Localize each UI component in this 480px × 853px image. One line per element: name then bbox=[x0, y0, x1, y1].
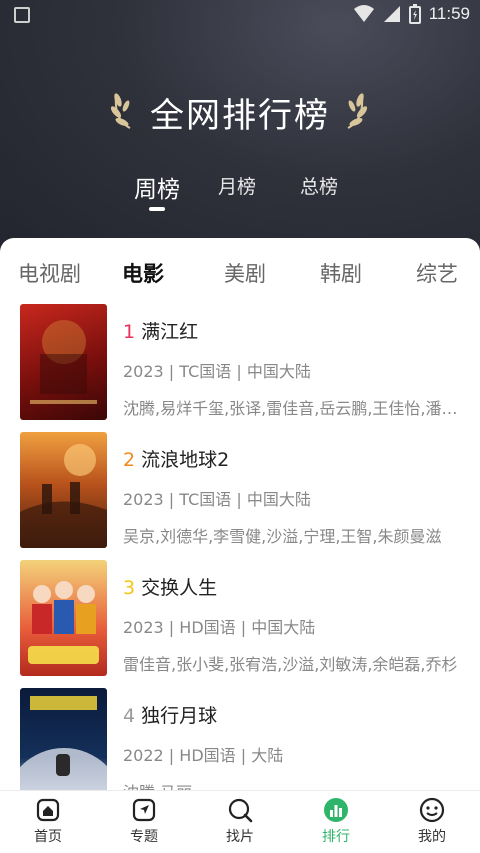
laurel-right-icon bbox=[347, 93, 368, 129]
page-title: 全网排行榜 bbox=[150, 96, 330, 136]
ranking-sheet: 电视剧 电影 美剧 韩剧 综艺 1 满江红 2023 | TC国语 | 中国大陆 … bbox=[0, 238, 480, 798]
movie-name: 独行月球 bbox=[141, 705, 218, 727]
signal-icon bbox=[383, 6, 400, 22]
movie-cast: 雷佳音,张小斐,张宥浩,沙溢,刘敏涛,余皑磊,乔杉 bbox=[123, 655, 458, 674]
movie-title[interactable]: 4 独行月球 bbox=[123, 701, 468, 728]
poster-image[interactable] bbox=[20, 688, 107, 798]
status-bar: 11:59 bbox=[0, 0, 480, 32]
tab-korean-series[interactable]: 韩剧 bbox=[320, 258, 362, 288]
hero-banner: 11:59 全网排行榜 周榜 月榜 总榜 bbox=[0, 0, 480, 260]
movie-name: 满江红 bbox=[141, 321, 199, 343]
list-item[interactable]: 4独行月球 2022 | HD国语 | 大陆 沈腾,马丽 bbox=[0, 688, 480, 798]
notification-icon bbox=[14, 7, 30, 23]
movie-meta: 2023 | TC国语 | 中国大陆 bbox=[123, 490, 311, 509]
movie-title[interactable]: 1 满江红 bbox=[123, 317, 468, 344]
nav-profile[interactable]: 我的 bbox=[397, 797, 467, 846]
movie-cast: 吴京,刘德华,李雪健,沙溢,宁理,王智,朱颜曼滋 bbox=[123, 527, 442, 546]
ranking-icon bbox=[324, 798, 348, 822]
movie-meta: 2023 | HD国语 | 中国大陆 bbox=[123, 618, 316, 637]
rank-period-tabs: 周榜 月榜 总榜 bbox=[0, 170, 480, 220]
movie-list: 1 满江红 2023 | TC国语 | 中国大陆 沈腾,易烊千玺,张译,雷佳音,岳… bbox=[0, 304, 480, 798]
list-item[interactable]: 2 流浪地球2 2023 | TC国语 | 中国大陆 吴京,刘德华,李雪健,沙溢,… bbox=[0, 432, 480, 560]
nav-ranking[interactable]: 排行 bbox=[301, 797, 371, 846]
poster-image[interactable] bbox=[20, 560, 107, 676]
clock: 11:59 bbox=[428, 4, 470, 23]
movie-name: 流浪地球2 bbox=[141, 449, 230, 471]
rank-number: 3 bbox=[123, 577, 136, 599]
list-item[interactable]: 1 满江红 2023 | TC国语 | 中国大陆 沈腾,易烊千玺,张译,雷佳音,岳… bbox=[0, 304, 480, 432]
movie-title[interactable]: 2 流浪地球2 bbox=[123, 445, 468, 472]
tab-tv-series[interactable]: 电视剧 bbox=[18, 258, 81, 288]
nav-home[interactable]: 首页 bbox=[13, 797, 83, 846]
category-tabs: 电视剧 电影 美剧 韩剧 综艺 bbox=[0, 238, 480, 304]
bottom-navigation: 首页 专题 找片 排行 我的 bbox=[0, 790, 480, 853]
movie-name: 交换人生 bbox=[141, 577, 218, 599]
movie-title[interactable]: 3 交换人生 bbox=[123, 573, 468, 600]
movie-meta: 2022 | HD国语 | 大陆 bbox=[123, 746, 284, 765]
list-item[interactable]: 3 交换人生 2023 | HD国语 | 中国大陆 雷佳音,张小斐,张宥浩,沙溢,… bbox=[0, 560, 480, 688]
movie-cast: 沈腾,易烊千玺,张译,雷佳音,岳云鹏,王佳怡,潘斌龙 bbox=[123, 399, 468, 418]
movie-meta: 2023 | TC国语 | 中国大陆 bbox=[123, 362, 311, 381]
tab-movies[interactable]: 电影 bbox=[122, 258, 164, 288]
tab-weekly[interactable]: 周榜 bbox=[134, 170, 180, 211]
home-icon bbox=[36, 798, 60, 822]
topic-icon bbox=[132, 798, 156, 822]
poster-image[interactable] bbox=[20, 432, 107, 548]
battery-icon bbox=[408, 4, 421, 24]
tab-all-time[interactable]: 总榜 bbox=[300, 172, 338, 199]
tab-variety[interactable]: 综艺 bbox=[416, 258, 458, 288]
nav-find[interactable]: 找片 bbox=[205, 797, 275, 846]
profile-icon bbox=[419, 797, 445, 823]
poster-image[interactable] bbox=[20, 304, 107, 420]
tab-monthly[interactable]: 月榜 bbox=[218, 172, 256, 199]
nav-topics[interactable]: 专题 bbox=[109, 797, 179, 846]
rank-number: 1 bbox=[123, 321, 136, 343]
rank-number: 2 bbox=[123, 449, 136, 471]
rank-number: 4 bbox=[123, 705, 136, 727]
search-icon bbox=[228, 798, 253, 823]
wifi-icon bbox=[353, 5, 374, 22]
tab-us-series[interactable]: 美剧 bbox=[224, 258, 266, 288]
